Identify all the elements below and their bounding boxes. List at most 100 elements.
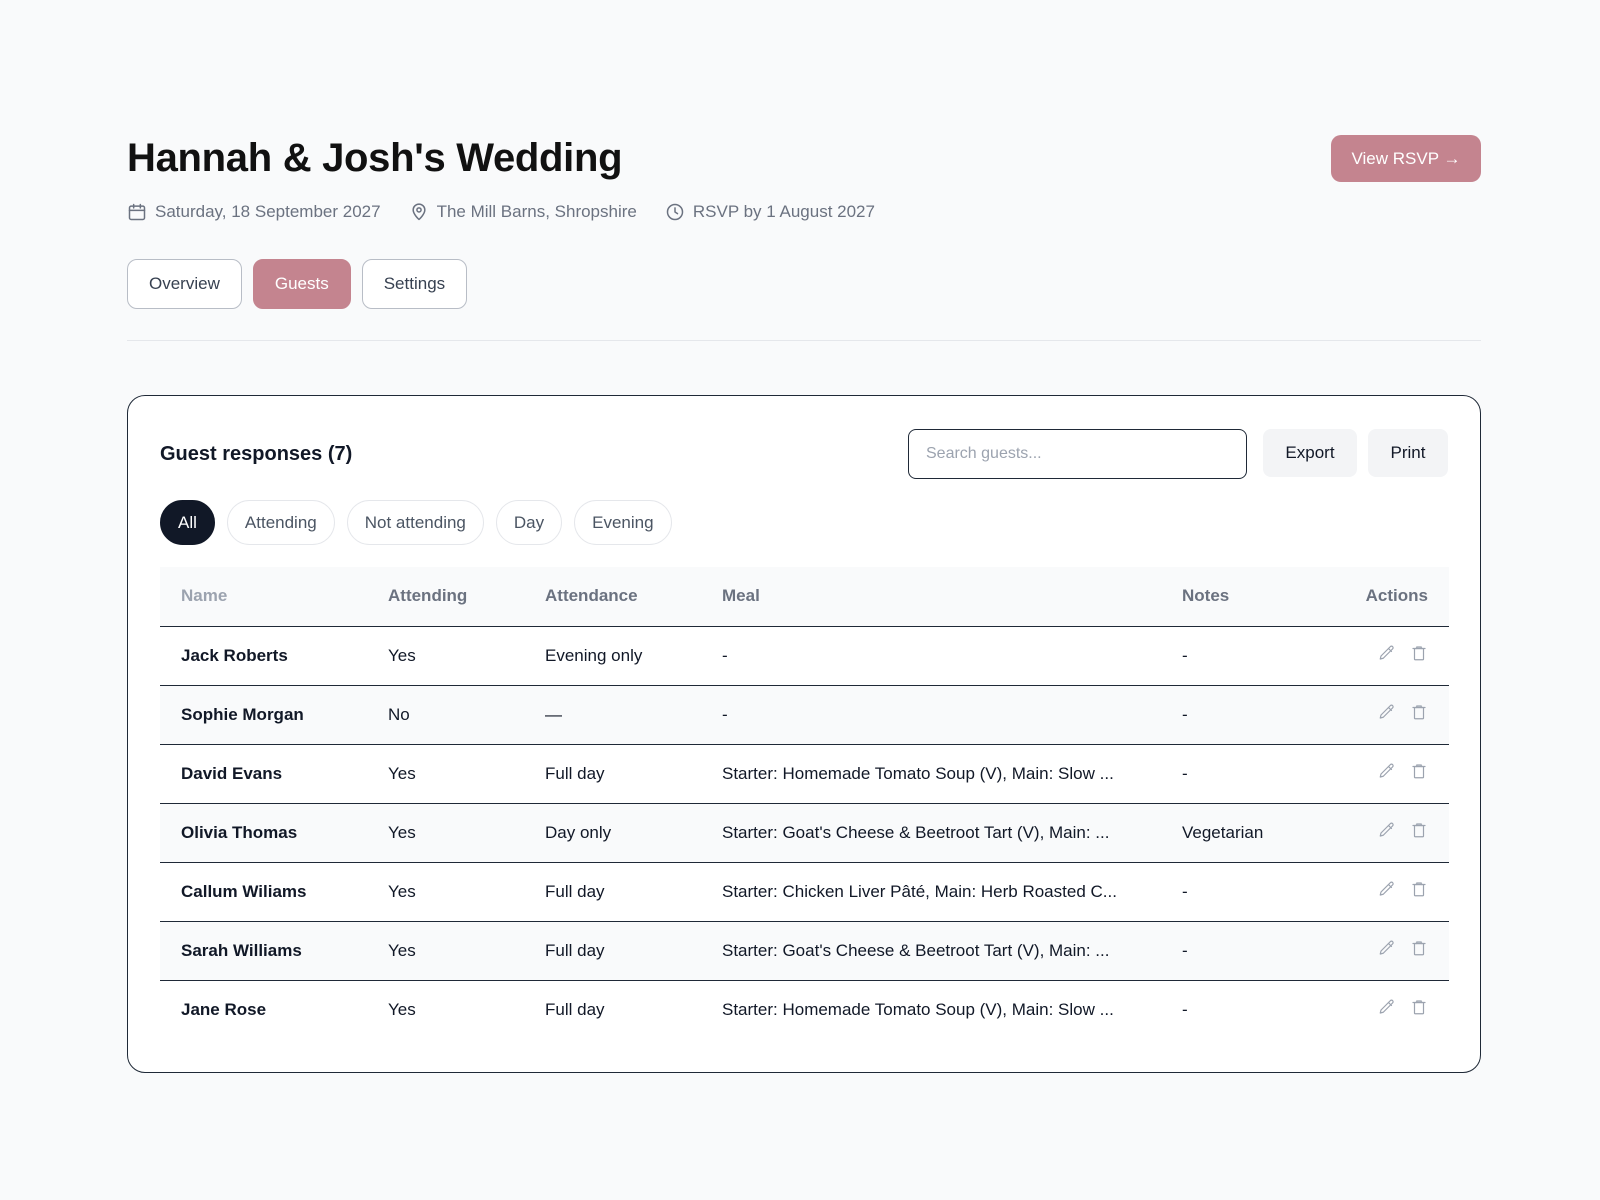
filter-all[interactable]: All — [160, 500, 215, 545]
guest-name: Jack Roberts — [160, 626, 367, 686]
edit-guest-button[interactable] — [1378, 880, 1396, 903]
pencil-icon[interactable] — [1378, 939, 1396, 957]
tab-overview[interactable]: Overview — [127, 259, 242, 309]
column-header-name[interactable]: Name — [160, 567, 367, 627]
trash-icon[interactable] — [1410, 644, 1428, 662]
table-row[interactable]: Jane Rose Yes Full day Starter: Homemade To… — [160, 980, 1449, 1039]
delete-guest-button[interactable] — [1410, 821, 1428, 844]
guest-attending: Yes — [367, 862, 524, 922]
guest-attending: Yes — [367, 803, 524, 863]
guest-attendance: Full day — [524, 744, 701, 804]
guest-meal: Starter: Goat's Cheese & Beetroot Tart (… — [701, 921, 1161, 981]
edit-guest-button[interactable] — [1378, 644, 1396, 667]
event-meta: Saturday, 18 September 2027 The Mill Bar… — [127, 202, 875, 222]
row-actions — [1378, 939, 1428, 962]
export-button[interactable]: Export — [1263, 429, 1357, 477]
table-row[interactable]: Sophie Morgan No — - - — [160, 685, 1449, 745]
table-row[interactable]: Olivia Thomas Yes Day only Starter: Goat's … — [160, 803, 1449, 863]
trash-icon[interactable] — [1410, 703, 1428, 721]
guest-name: Olivia Thomas — [160, 803, 367, 863]
pencil-icon[interactable] — [1378, 762, 1396, 780]
edit-guest-button[interactable] — [1378, 762, 1396, 785]
delete-guest-button[interactable] — [1410, 939, 1428, 962]
trash-icon[interactable] — [1410, 939, 1428, 957]
guest-attendance: Full day — [524, 921, 701, 981]
guest-table: Name Attending Attendance Meal Notes Act… — [160, 567, 1449, 1039]
guest-actions — [1311, 685, 1449, 745]
delete-guest-button[interactable] — [1410, 880, 1428, 903]
guest-responses-title: Guest responses (7) — [160, 443, 353, 465]
guest-notes: - — [1161, 921, 1311, 981]
view-rsvp-button[interactable]: View RSVP → — [1331, 135, 1481, 182]
column-header-actions: Actions — [1311, 567, 1449, 627]
filter-evening[interactable]: Evening — [574, 500, 672, 545]
pencil-icon[interactable] — [1378, 703, 1396, 721]
delete-guest-button[interactable] — [1410, 998, 1428, 1021]
guest-attending: Yes — [367, 921, 524, 981]
filter-day[interactable]: Day — [495, 500, 563, 545]
row-actions — [1378, 998, 1428, 1021]
search-guests-input[interactable] — [908, 429, 1247, 479]
page-title: Hannah & Josh's Wedding — [127, 136, 623, 180]
edit-guest-button[interactable] — [1378, 998, 1396, 1021]
header-divider — [127, 340, 1481, 341]
row-actions — [1378, 644, 1428, 667]
map-pin-icon — [411, 203, 426, 221]
guest-meal: - — [701, 626, 1161, 686]
guest-actions — [1311, 980, 1449, 1039]
column-header-meal[interactable]: Meal — [701, 567, 1161, 627]
pencil-icon[interactable] — [1378, 644, 1396, 662]
event-date: Saturday, 18 September 2027 — [127, 202, 381, 222]
guest-notes: - — [1161, 862, 1311, 922]
guest-meal: - — [701, 685, 1161, 745]
filter-not-attending[interactable]: Not attending — [346, 500, 484, 545]
delete-guest-button[interactable] — [1410, 703, 1428, 726]
table-row[interactable]: Sarah Williams Yes Full day Starter: Goat's… — [160, 921, 1449, 981]
delete-guest-button[interactable] — [1410, 644, 1428, 667]
trash-icon[interactable] — [1410, 821, 1428, 839]
pencil-icon[interactable] — [1378, 880, 1396, 898]
edit-guest-button[interactable] — [1378, 821, 1396, 844]
event-rsvp-deadline: RSVP by 1 August 2027 — [665, 202, 875, 222]
event-venue: The Mill Barns, Shropshire — [409, 202, 637, 222]
tab-guests[interactable]: Guests — [252, 259, 351, 309]
guest-responses-card: Guest responses (7) Export Print All Att… — [127, 395, 1481, 1073]
guest-attendance: — — [524, 685, 701, 745]
column-header-attending[interactable]: Attending — [367, 567, 524, 627]
trash-icon[interactable] — [1410, 998, 1428, 1016]
guest-table-body: Jack Roberts Yes Evening only - - Sophie Morg… — [160, 626, 1449, 1039]
guest-attending: Yes — [367, 626, 524, 686]
guest-attendance: Full day — [524, 862, 701, 922]
guest-meal: Starter: Homemade Tomato Soup (V), Main:… — [722, 999, 1114, 1019]
guest-actions — [1311, 803, 1449, 863]
tab-settings[interactable]: Settings — [361, 259, 468, 309]
guest-meal: Starter: Goat's Cheese & Beetroot Tart (… — [701, 803, 1161, 863]
page: Hannah & Josh's Wedding View RSVP → Satu… — [0, 0, 1600, 1200]
delete-guest-button[interactable] — [1410, 762, 1428, 785]
trash-icon[interactable] — [1410, 880, 1428, 898]
guest-attendance: Evening only — [524, 626, 701, 686]
pencil-icon[interactable] — [1378, 998, 1396, 1016]
guest-meal: Starter: Homemade Tomato Soup (V), Main:… — [701, 744, 1161, 804]
guest-name: Sophie Morgan — [160, 685, 367, 745]
table-row[interactable]: David Evans Yes Full day Starter: Homemade … — [160, 744, 1449, 804]
guest-notes: - — [1182, 999, 1188, 1019]
row-actions — [1378, 762, 1428, 785]
calendar-icon — [128, 203, 146, 221]
guest-attending: Yes — [388, 999, 416, 1019]
guest-actions — [1311, 744, 1449, 804]
edit-guest-button[interactable] — [1378, 939, 1396, 962]
guest-attendance: Day only — [524, 803, 701, 863]
column-header-attendance[interactable]: Attendance — [524, 567, 701, 627]
table-row[interactable]: Jack Roberts Yes Evening only - - — [160, 626, 1449, 686]
guest-notes: - — [1161, 685, 1311, 745]
filter-attending[interactable]: Attending — [226, 500, 335, 545]
trash-icon[interactable] — [1410, 762, 1428, 780]
guest-name: Callum Wiliams — [160, 862, 367, 922]
pencil-icon[interactable] — [1378, 821, 1396, 839]
guest-meal: Starter: Chicken Liver Pâté, Main: Herb … — [701, 862, 1161, 922]
print-button[interactable]: Print — [1368, 429, 1448, 477]
column-header-notes[interactable]: Notes — [1161, 567, 1311, 627]
edit-guest-button[interactable] — [1378, 703, 1396, 726]
table-row[interactable]: Callum Wiliams Yes Full day Starter: Chicke… — [160, 862, 1449, 922]
